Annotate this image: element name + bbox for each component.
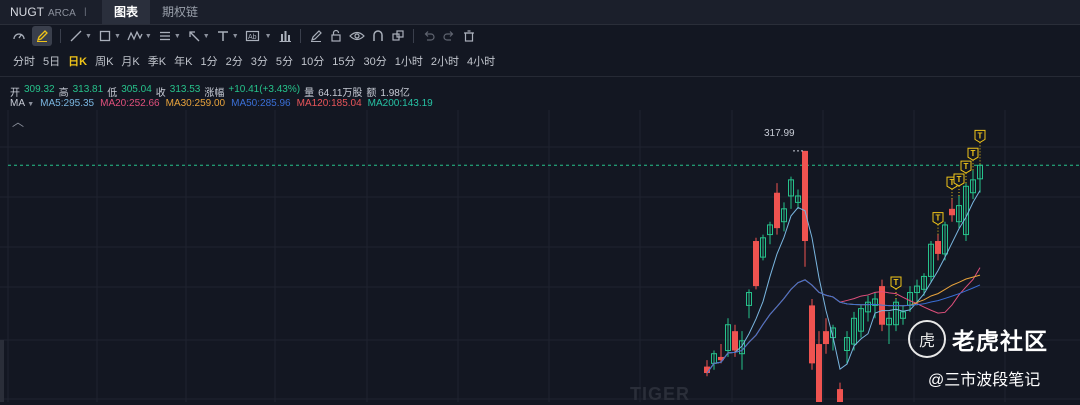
wave-icon[interactable]: ▼ — [127, 26, 152, 46]
toolbar-divider — [60, 29, 61, 43]
candlestick-chart[interactable]: TTT TTTT — [0, 110, 1080, 402]
ma20-value: MA20:252.66 — [100, 98, 160, 109]
candle-body — [732, 331, 738, 351]
left-scroll-edge[interactable] — [0, 340, 4, 402]
open-label: 开 — [10, 88, 20, 99]
rectangle-icon[interactable]: ▼ — [98, 26, 121, 46]
amount-label: 额 — [366, 88, 377, 99]
change-label: 涨幅 — [204, 88, 225, 99]
line-icon[interactable]: ▼ — [69, 26, 92, 46]
candle-body — [802, 150, 808, 242]
volume-value: 64.11万股 — [318, 88, 363, 99]
tab-chart[interactable]: 图表 — [102, 0, 151, 24]
period-10min[interactable]: 10分 — [301, 53, 324, 69]
ma120-value: MA120:185.04 — [296, 98, 362, 109]
period-quarterly[interactable]: 季K — [148, 53, 166, 69]
candle-body — [753, 241, 759, 287]
period-yearly[interactable]: 年K — [174, 53, 192, 69]
change-value: +10.41(+3.43%) — [228, 84, 301, 95]
period-3min[interactable]: 3分 — [251, 53, 268, 69]
low-value: 305.04 — [121, 84, 152, 95]
candle-body — [809, 305, 815, 364]
tab-options-chain[interactable]: 期权链 — [150, 0, 210, 24]
period-30min[interactable]: 30分 — [363, 53, 386, 69]
candle-body — [837, 389, 843, 402]
period-1hour[interactable]: 1小时 — [395, 53, 423, 69]
eye-icon[interactable] — [348, 26, 365, 46]
ma-dropdown[interactable]: MA ▼ — [10, 98, 34, 109]
close-label: 收 — [155, 88, 166, 99]
text-icon[interactable]: ▼ — [216, 26, 239, 46]
label-icon[interactable]: Ab ▼ — [245, 26, 272, 46]
t-annotation-label: T — [978, 131, 983, 140]
period-4hour[interactable]: 4小时 — [467, 53, 495, 69]
brush-icon[interactable] — [309, 26, 323, 46]
layers-icon[interactable] — [391, 26, 405, 46]
redo-icon[interactable] — [442, 26, 456, 46]
toolbar-divider — [412, 29, 414, 43]
period-2hour[interactable]: 2小时 — [431, 53, 459, 69]
period-intraday[interactable]: 分时 — [13, 53, 35, 69]
period-selector: 分时 5日 日K 周K 月K 季K 年K 1分 2分 3分 5分 10分 15分… — [0, 51, 503, 71]
cursor-arrow-icon[interactable]: ▼ — [187, 26, 210, 46]
bar-chart-icon[interactable] — [278, 26, 292, 46]
watermark-brand: 老虎社区 — [952, 328, 1048, 354]
t-annotation-label: T — [957, 175, 962, 184]
svg-text:Ab: Ab — [248, 34, 257, 41]
period-weekly[interactable]: 周K — [95, 53, 113, 69]
ma200-value: MA200:143.19 — [367, 98, 433, 109]
ma50-value: MA50:285.96 — [231, 98, 291, 109]
watermark-handle: @三市波段笔记 — [928, 372, 1041, 389]
candle-body — [823, 331, 829, 345]
t-annotation-label: T — [936, 214, 941, 223]
ohlc-readout: 开 309.32 高 313.81 低 305.04 收 313.53 涨幅 +… — [10, 84, 410, 99]
period-5min[interactable]: 5分 — [276, 53, 293, 69]
lock-icon[interactable] — [329, 26, 343, 46]
list-icon[interactable]: ▼ — [158, 26, 181, 46]
trash-icon[interactable] — [462, 26, 476, 46]
undo-icon[interactable] — [422, 26, 436, 46]
period-monthly[interactable]: 月K — [121, 53, 139, 69]
t-annotation-label: T — [971, 149, 976, 158]
low-label: 低 — [107, 88, 118, 99]
period-15min[interactable]: 15分 — [332, 53, 355, 69]
close-value: 313.53 — [169, 84, 201, 95]
magnet-icon[interactable] — [371, 26, 385, 46]
drawing-toolbar: ▼ ▼ ▼ ▼ ▼ ▼ Ab ▼ — [0, 25, 1080, 47]
speedometer-icon[interactable] — [12, 26, 26, 46]
period-daily[interactable]: 日K — [68, 53, 87, 69]
candle-body — [935, 241, 941, 254]
candle-body — [816, 344, 822, 402]
high-label: 高 — [58, 88, 69, 99]
t-annotation-label: T — [894, 278, 899, 287]
ma5-value: MA5:295.35 — [40, 98, 95, 109]
volume-label: 量 — [304, 88, 315, 99]
high-price-marker: 317.99 — [764, 128, 795, 139]
ma-legend: MA ▼ MA5:295.35 MA20:252.66 MA30:259.00 … — [10, 98, 433, 109]
panel-divider — [0, 76, 1080, 77]
community-watermark: 虎 老虎社区 — [908, 320, 1048, 358]
open-value: 309.32 — [24, 84, 55, 95]
period-5day[interactable]: 5日 — [43, 53, 60, 69]
toolbar-divider — [299, 29, 301, 43]
candle-body — [949, 208, 955, 216]
ma30-value: MA30:259.00 — [165, 98, 226, 109]
period-1min[interactable]: 1分 — [200, 53, 217, 69]
high-value: 313.81 — [72, 84, 104, 95]
top-bar: NUGT ARCA I 图表 期权链 — [0, 0, 1080, 25]
tiger-logo-icon: 虎 — [908, 320, 946, 358]
amount-value: 1.98亿 — [380, 88, 410, 99]
candle-body — [774, 192, 780, 229]
header-separator: I — [83, 5, 88, 19]
pencil-icon[interactable] — [32, 26, 52, 46]
symbol-label: NUGT — [10, 5, 44, 19]
exchange-label: ARCA — [48, 8, 76, 19]
period-2min[interactable]: 2分 — [226, 53, 243, 69]
t-annotation-label: T — [964, 162, 969, 171]
symbol-header[interactable]: NUGT ARCA I — [0, 5, 102, 19]
caret-down-icon: ▼ — [27, 101, 35, 108]
